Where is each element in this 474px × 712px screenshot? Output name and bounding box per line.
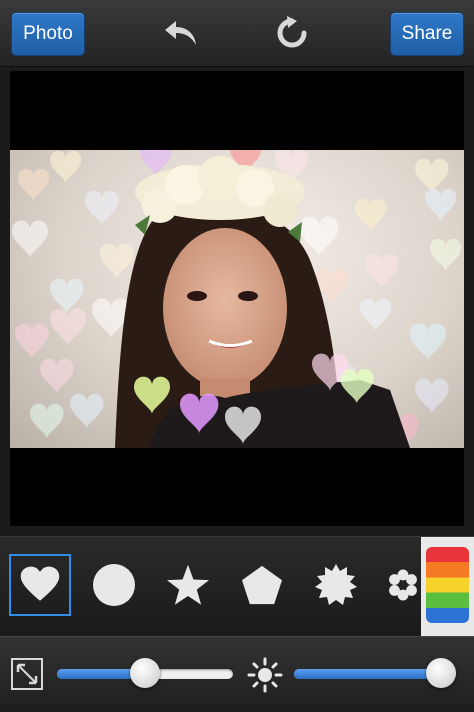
photo-button[interactable]: Photo bbox=[11, 12, 85, 56]
share-button[interactable]: Share bbox=[390, 12, 464, 56]
refresh-icon[interactable] bbox=[273, 15, 311, 51]
brightness-slider[interactable] bbox=[294, 658, 456, 688]
starburst-shape-button[interactable] bbox=[307, 556, 365, 614]
color-picker-button[interactable] bbox=[421, 537, 474, 637]
heart-shape-button[interactable] bbox=[9, 554, 71, 616]
starburst-icon bbox=[315, 564, 357, 605]
brightness-slider-thumb[interactable] bbox=[426, 658, 456, 688]
heart-icon bbox=[20, 566, 60, 601]
pentagon-shape-button[interactable] bbox=[233, 556, 291, 614]
flower-icon bbox=[389, 569, 417, 601]
size-slider[interactable] bbox=[57, 658, 233, 688]
shape-picker bbox=[0, 536, 474, 637]
pentagon-icon bbox=[242, 565, 282, 605]
flower-shape-button[interactable] bbox=[378, 556, 420, 614]
star-shape-button[interactable] bbox=[159, 556, 217, 614]
circle-icon bbox=[93, 564, 135, 606]
rainbow-color-icon bbox=[426, 547, 469, 623]
photo-canvas[interactable] bbox=[10, 150, 464, 448]
circle-shape-button[interactable] bbox=[85, 556, 143, 614]
resize-icon bbox=[11, 658, 43, 690]
undo-icon[interactable] bbox=[162, 15, 200, 51]
top-toolbar: Photo Share bbox=[0, 0, 474, 67]
adjustment-bar bbox=[0, 636, 474, 712]
brightness-icon bbox=[247, 657, 283, 693]
photo-image bbox=[12, 150, 462, 448]
star-icon bbox=[167, 564, 209, 605]
size-slider-thumb[interactable] bbox=[130, 658, 160, 688]
